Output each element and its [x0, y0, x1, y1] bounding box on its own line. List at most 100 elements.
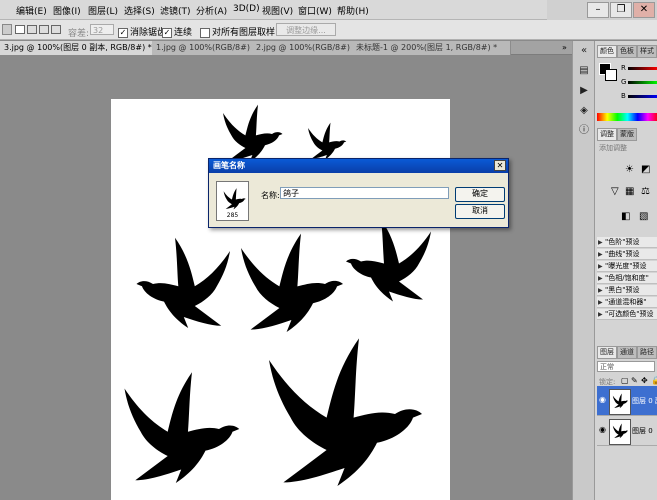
preset-black-white[interactable]: "黑白"预设: [597, 285, 657, 296]
navigator-icon[interactable]: ◈: [577, 105, 591, 117]
color-spectrum-bar[interactable]: [597, 113, 657, 121]
menu-filter[interactable]: 滤镜(T): [160, 4, 191, 17]
menu-layer[interactable]: 图层(L): [88, 4, 118, 17]
actions-icon[interactable]: ▶: [577, 85, 591, 97]
layer-name: 图层 0 副本: [632, 397, 657, 405]
cancel-button[interactable]: 取消: [455, 204, 505, 219]
invert-icon[interactable]: ◧: [621, 211, 630, 222]
menu-image[interactable]: 图像(I): [53, 4, 81, 17]
bird-shape: [241, 233, 343, 332]
menu-analysis[interactable]: 分析(A): [196, 4, 227, 17]
balance-icon[interactable]: ⚖: [641, 186, 650, 197]
tab-color[interactable]: 颜色: [597, 45, 617, 58]
tab-swatches[interactable]: 色板: [617, 45, 637, 58]
brush-name-dialog: 画笔名称 ✕ 285 名称: 鸽子 确定 取消: [208, 158, 509, 228]
brightness-icon[interactable]: ☀: [625, 164, 634, 175]
lock-brush-icon[interactable]: ✎: [631, 376, 638, 385]
check-icon: ✓: [162, 27, 172, 38]
check-icon: ✓: [118, 27, 128, 38]
green-slider[interactable]: [628, 81, 657, 84]
intersect-selection-icon[interactable]: [51, 25, 61, 34]
hue-icon[interactable]: ▦: [625, 186, 634, 197]
blue-slider[interactable]: [628, 95, 657, 98]
tab-masks[interactable]: 蒙版: [617, 128, 637, 141]
eye-icon[interactable]: ◉: [599, 425, 606, 434]
right-panels: 颜色 色板 样式 R G B 调整 蒙版 添加调整 ☀ ◩ ▽ ▦ ⚖ ◧ ▧ …: [594, 41, 657, 500]
bird-shape: [269, 338, 422, 486]
tolerance-label: 容差:: [68, 29, 90, 39]
panel-icon-strip: « ▤ ▶ ◈ ⓘ: [572, 41, 594, 500]
preset-levels[interactable]: "色阶"预设: [597, 237, 657, 248]
curves-icon[interactable]: ◩: [641, 164, 650, 175]
layer-row[interactable]: ◉ 图层 0: [597, 416, 657, 446]
menu-edit[interactable]: 编辑(E): [16, 4, 47, 17]
bird-shape: [124, 372, 240, 483]
tab-doc-2[interactable]: 2.jpg @ 100%(RGB/8#): [252, 41, 361, 55]
menu-view[interactable]: 视图(V): [262, 4, 293, 17]
tab-layers[interactable]: 图层: [597, 346, 617, 359]
vibrance-icon[interactable]: ▽: [611, 186, 619, 197]
tab-adjustments[interactable]: 调整: [597, 128, 617, 141]
threshold-icon[interactable]: ▧: [639, 211, 648, 222]
preset-curves[interactable]: "曲线"预设: [597, 249, 657, 260]
menu-window[interactable]: 窗口(W): [298, 4, 332, 17]
contiguous-checkbox[interactable]: ✓ 连续: [162, 25, 192, 38]
bird-shape: [308, 122, 347, 160]
tab-doc-3[interactable]: 3.jpg @ 100%(图层 0 副本, RGB/8#) *: [0, 41, 161, 55]
tab-paths[interactable]: 路径: [637, 346, 657, 359]
preset-hue-saturation[interactable]: "色相/饱和度": [597, 273, 657, 284]
close-icon[interactable]: ✕: [633, 2, 655, 18]
tabs-overflow-icon[interactable]: »: [562, 43, 567, 52]
brush-name-input[interactable]: 鸽子: [280, 187, 449, 199]
layer-thumbnail: [609, 389, 631, 415]
add-selection-icon[interactable]: [27, 25, 37, 34]
ok-button[interactable]: 确定: [455, 187, 505, 202]
brush-preview: 285: [216, 181, 249, 221]
tab-channels[interactable]: 通道: [617, 346, 637, 359]
red-slider[interactable]: [628, 67, 657, 70]
info-icon[interactable]: ⓘ: [577, 125, 591, 137]
menu-3d[interactable]: 3D(D): [233, 4, 260, 14]
document-tabs: 3.jpg @ 100%(图层 0 副本, RGB/8#) * 1.jpg @ …: [0, 41, 572, 55]
preset-channel-mixer[interactable]: "通道混和器": [597, 297, 657, 308]
lock-transparent-icon[interactable]: ▢: [621, 376, 629, 385]
lock-all-icon[interactable]: 🔒: [651, 376, 657, 385]
layer-row-selected[interactable]: ◉ 图层 0 副本: [597, 386, 657, 416]
tolerance-input[interactable]: 32: [90, 24, 114, 35]
lock-move-icon[interactable]: ✥: [641, 376, 648, 385]
dialog-title: 画笔名称: [209, 159, 508, 173]
menu-help[interactable]: 帮助(H): [337, 4, 369, 17]
bird-shape: [136, 237, 230, 328]
history-icon[interactable]: ▤: [577, 65, 591, 77]
name-label: 名称:: [261, 191, 280, 200]
tab-doc-1[interactable]: 1.jpg @ 100%(RGB/8#): [152, 41, 261, 55]
brush-thumbnail-icon: [223, 188, 246, 210]
background-color-swatch[interactable]: [605, 69, 617, 81]
blend-mode-select[interactable]: 正常: [597, 361, 655, 372]
preset-selective-color[interactable]: "可选颜色"预设: [597, 309, 657, 320]
add-adjustment-label: 添加调整: [599, 144, 627, 152]
tab-untitled-1[interactable]: 未标题-1 @ 200%(图层 1, RGB/8#) *: [352, 41, 511, 55]
menu-select[interactable]: 选择(S): [124, 4, 155, 17]
antialias-checkbox[interactable]: ✓ 消除锯齿: [118, 25, 166, 38]
subtract-selection-icon[interactable]: [39, 25, 49, 34]
bird-shape: [346, 219, 431, 302]
sample-all-checkbox[interactable]: 对所有图层取样: [200, 25, 275, 38]
tab-styles[interactable]: 样式: [637, 45, 657, 58]
new-selection-icon[interactable]: [15, 25, 25, 34]
green-label: G: [621, 78, 627, 86]
blue-label: B: [621, 92, 626, 100]
layer-name: 图层 0: [632, 427, 653, 435]
refine-edge-button[interactable]: 调整边缘...: [276, 23, 336, 36]
minimize-icon[interactable]: –: [587, 2, 609, 18]
eye-icon[interactable]: ◉: [599, 395, 606, 404]
bird-shape: [223, 104, 283, 162]
close-icon[interactable]: ✕: [494, 160, 506, 171]
window-controls: – ❐ ✕: [547, 0, 657, 20]
restore-icon[interactable]: ❐: [610, 2, 632, 18]
collapse-icon[interactable]: «: [577, 45, 591, 57]
red-label: R: [621, 64, 626, 72]
menu-bar: 编辑(E) 图像(I) 图层(L) 选择(S) 滤镜(T) 分析(A) 3D(D…: [0, 0, 657, 20]
tool-preset-icon[interactable]: [2, 24, 12, 35]
preset-exposure[interactable]: "曝光度"预设: [597, 261, 657, 272]
